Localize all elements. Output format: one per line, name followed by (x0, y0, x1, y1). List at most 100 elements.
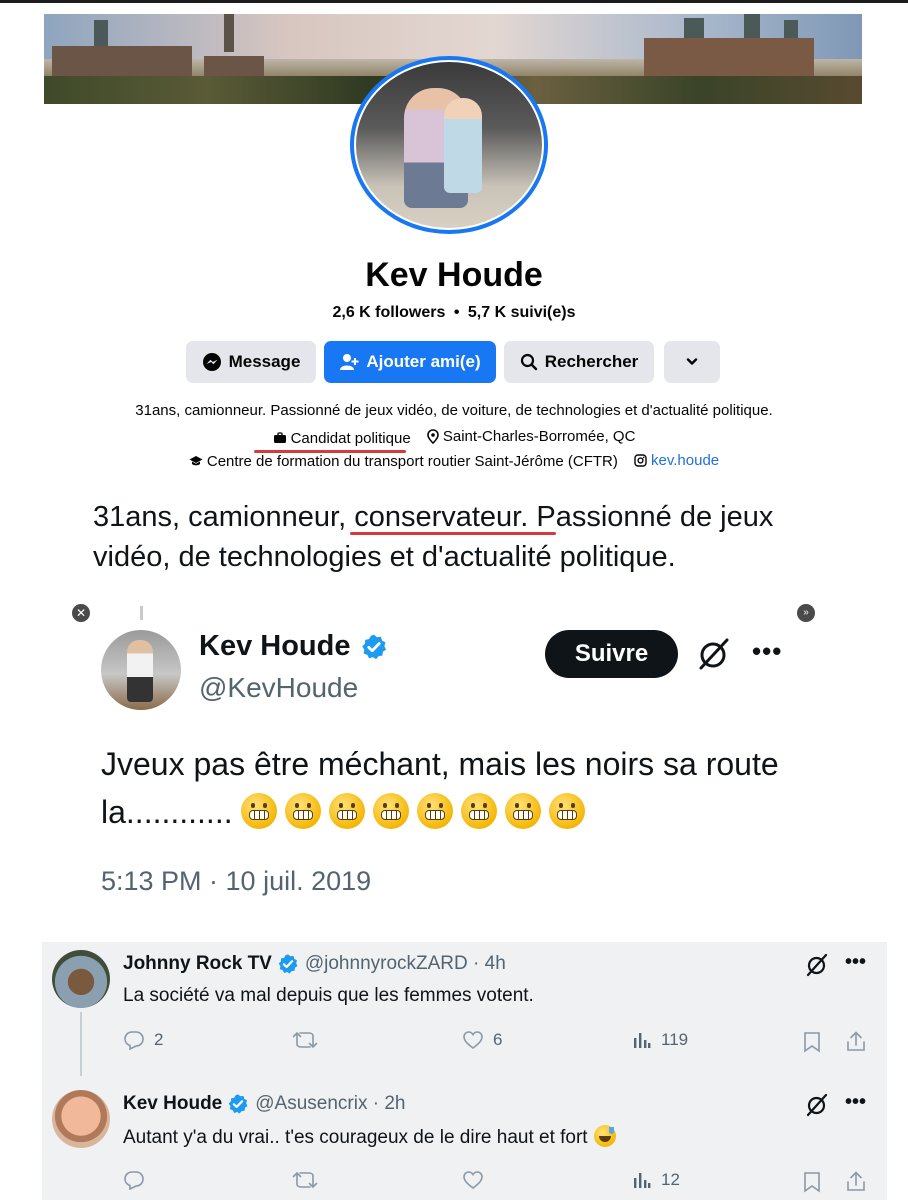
reply-text: Autant y'a du vrai.. t'es courageux de l… (123, 1125, 616, 1149)
tweet-text: Jveux pas être méchant, mais les noirs s… (101, 740, 821, 836)
top-border (0, 0, 908, 3)
tweet-author-handle[interactable]: @KevHoude (199, 672, 358, 704)
heart-icon (463, 1031, 483, 1050)
location-text: Saint-Charles-Borromée, QC (442, 428, 636, 445)
add-friend-button[interactable]: Ajouter ami(e) (324, 341, 496, 383)
retweet-action[interactable] (292, 1030, 327, 1050)
divider-tick (140, 606, 143, 620)
reply-count: 2 (154, 1030, 164, 1049)
share-icon[interactable] (846, 1030, 866, 1052)
retweet-icon (292, 1031, 318, 1049)
reply-more-icon[interactable]: ••• (845, 1091, 866, 1114)
reply-text-body: Autant y'a du vrai.. t'es courageux de l… (123, 1127, 588, 1148)
tweet-timestamp[interactable]: 5:13 PM · 10 juil. 2019 (101, 866, 371, 897)
x-bio-comma: , (338, 501, 355, 533)
add-friend-label: Ajouter ami(e) (366, 352, 481, 371)
comment-icon (124, 1171, 144, 1190)
graduation-cap-icon (189, 456, 203, 466)
profile-name: Kev Houde (365, 256, 543, 294)
highlight-underline-conservateur (350, 532, 556, 535)
message-button[interactable]: Message (186, 341, 316, 383)
heart-icon (463, 1171, 483, 1190)
location-pin-icon (427, 429, 439, 444)
verified-badge-icon (228, 1094, 248, 1114)
add-user-icon (340, 354, 359, 370)
reply-handle-time[interactable]: @johnnyrockZARD · 4h (305, 953, 506, 975)
instagram-item[interactable]: kev.houde (634, 452, 719, 469)
views-action[interactable]: 119 (632, 1030, 688, 1050)
replies-panel (42, 942, 887, 1200)
reply-text: La société va mal depuis que les femmes … (123, 985, 534, 1006)
close-icon[interactable]: ✕ (72, 604, 90, 622)
grok-icon[interactable] (805, 1093, 829, 1117)
stats-separator: • (453, 304, 460, 321)
education-item: Centre de formation du transport routier… (189, 453, 618, 470)
retweet-action[interactable] (292, 1170, 327, 1190)
views-count: 12 (661, 1170, 680, 1189)
instagram-icon (634, 454, 647, 467)
grimacing-emoji-icon (372, 793, 409, 829)
messenger-icon (202, 353, 221, 371)
verified-badge-icon (278, 954, 298, 974)
grimacing-emoji-icon (548, 793, 585, 829)
x-bio-part1: 31ans, camionneur (93, 501, 339, 533)
grimacing-emoji-icon (504, 793, 541, 829)
grimacing-emoji-icon (416, 793, 453, 829)
forward-icon[interactable]: » (797, 604, 815, 622)
instagram-link[interactable]: kev.houde (651, 452, 719, 469)
tweet-author-avatar[interactable] (101, 630, 181, 710)
grok-icon[interactable] (697, 637, 731, 671)
profile-info-row-1: Candidat politique Saint-Charles-Borromé… (0, 428, 908, 448)
followers-count[interactable]: 2,6 K followers (332, 304, 445, 321)
category-item: Candidat politique (273, 430, 411, 447)
briefcase-icon (273, 432, 286, 443)
reply-header: Kev Houde @Asusencrix · 2h (123, 1093, 405, 1115)
reply-more-icon[interactable]: ••• (845, 951, 866, 974)
like-action[interactable] (462, 1170, 493, 1190)
grok-icon[interactable] (805, 953, 829, 977)
share-icon[interactable] (846, 1170, 866, 1192)
reply-handle-time[interactable]: @Asusencrix · 2h (255, 1093, 405, 1115)
reply-author-name[interactable]: Johnny Rock TV (123, 953, 272, 975)
location-item: Saint-Charles-Borromée, QC (427, 428, 636, 445)
reply-avatar[interactable] (52, 1090, 110, 1148)
education-text: Centre de formation du transport routier… (206, 452, 618, 470)
x-bio-text: 31ans, camionneur, conservateur. Passion… (93, 497, 853, 577)
tweet-author-name[interactable]: Kev Houde (199, 630, 388, 663)
tweet-author-name-text: Kev Houde (199, 630, 351, 662)
chevron-down-icon (686, 358, 698, 365)
views-action[interactable]: 12 (632, 1170, 680, 1190)
following-count[interactable]: 5,7 K suivi(e)s (468, 304, 576, 321)
verified-badge-icon (362, 634, 387, 659)
x-bio-highlight: conservateur. (354, 501, 529, 533)
views-count: 119 (661, 1030, 689, 1049)
grinning-sweat-emoji-icon (593, 1125, 616, 1147)
search-button[interactable]: Rechercher (504, 341, 654, 383)
reply-author-name[interactable]: Kev Houde (123, 1093, 222, 1115)
tweet-more-icon[interactable]: ••• (752, 636, 782, 667)
reply-action[interactable]: 2 (123, 1030, 163, 1050)
grimacing-emoji-icon (328, 793, 365, 829)
message-label: Message (228, 352, 301, 371)
search-icon (520, 353, 537, 371)
retweet-icon (292, 1171, 318, 1189)
grimacing-emoji-icon (240, 793, 277, 829)
follow-button[interactable]: Suivre (545, 630, 678, 678)
views-chart-icon (634, 1173, 651, 1188)
category-text: Candidat politique (290, 429, 411, 447)
profile-bio: 31ans, camionneur. Passionné de jeux vid… (135, 402, 773, 419)
thread-line (80, 1012, 82, 1076)
reply-avatar[interactable] (52, 950, 110, 1008)
bookmark-icon[interactable] (803, 1031, 821, 1053)
profile-info-row-2: Centre de formation du transport routier… (0, 452, 908, 471)
grimacing-emoji-icon (460, 793, 497, 829)
profile-avatar[interactable] (356, 62, 542, 228)
like-count: 6 (493, 1030, 503, 1049)
comment-icon (124, 1031, 144, 1050)
reply-header: Johnny Rock TV @johnnyrockZARD · 4h (123, 953, 506, 975)
reply-action[interactable] (123, 1170, 154, 1190)
like-action[interactable]: 6 (462, 1030, 502, 1050)
more-options-button[interactable] (664, 341, 720, 383)
search-label: Rechercher (544, 352, 639, 371)
bookmark-icon[interactable] (803, 1171, 821, 1193)
